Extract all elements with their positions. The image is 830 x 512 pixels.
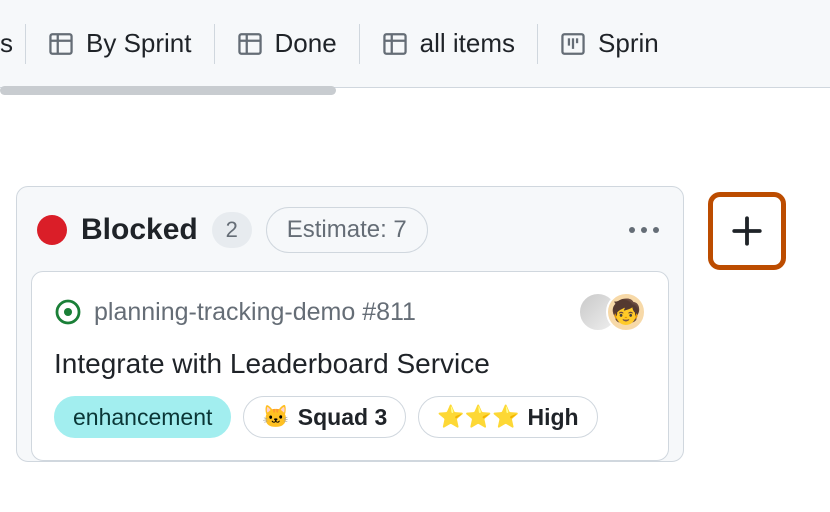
issue-card[interactable]: planning-tracking-demo #811 🧒 Integrate … [31, 271, 669, 461]
avatar: 🧒 [606, 292, 646, 332]
tab-label: Done [275, 28, 337, 59]
table-icon [48, 31, 74, 57]
tab-done[interactable]: Done [215, 24, 359, 64]
tab-label: Sprin [598, 28, 659, 59]
board-icon [560, 31, 586, 57]
board-column-blocked: Blocked 2 Estimate: 7 pl [16, 186, 684, 462]
label-enhancement[interactable]: enhancement [54, 396, 231, 438]
table-icon [237, 31, 263, 57]
label-squad[interactable]: 🐱 Squad 3 [243, 396, 406, 438]
views-tab-bar: s By Sprint Done [0, 0, 830, 88]
star-emoji-icon: ⭐⭐⭐ [437, 404, 519, 430]
column-title: Blocked [81, 213, 198, 247]
card-top-row: planning-tracking-demo #811 🧒 [54, 292, 646, 332]
tab-fragment-left: s [0, 28, 25, 59]
issue-open-icon [54, 298, 82, 326]
column-estimate-badge: Estimate: 7 [266, 207, 428, 253]
card-labels: enhancement 🐱 Squad 3 ⭐⭐⭐ High [54, 396, 646, 438]
label-text: Squad 3 [298, 404, 387, 431]
label-text: High [527, 404, 578, 431]
tab-label: By Sprint [86, 28, 192, 59]
column-header: Blocked 2 Estimate: 7 [31, 201, 669, 271]
horizontal-scrollbar[interactable] [0, 86, 336, 95]
tab-by-sprint[interactable]: By Sprint [26, 24, 214, 64]
tab-sprint-board[interactable]: Sprin [538, 24, 681, 64]
status-dot-icon [37, 215, 67, 245]
cat-emoji-icon: 🐱 [262, 404, 289, 430]
table-icon [382, 31, 408, 57]
card-title: Integrate with Leaderboard Service [54, 348, 646, 380]
card-repo-ref: planning-tracking-demo #811 [94, 298, 566, 327]
board-area: Blocked 2 Estimate: 7 pl [0, 88, 830, 462]
label-priority[interactable]: ⭐⭐⭐ High [418, 396, 597, 438]
column-menu-button[interactable] [621, 207, 667, 253]
assignee-avatars[interactable]: 🧒 [578, 292, 646, 332]
tab-label: all items [420, 28, 515, 59]
column-count-badge: 2 [212, 212, 252, 248]
tab-all-items[interactable]: all items [360, 24, 537, 64]
add-column-button[interactable] [708, 192, 786, 270]
